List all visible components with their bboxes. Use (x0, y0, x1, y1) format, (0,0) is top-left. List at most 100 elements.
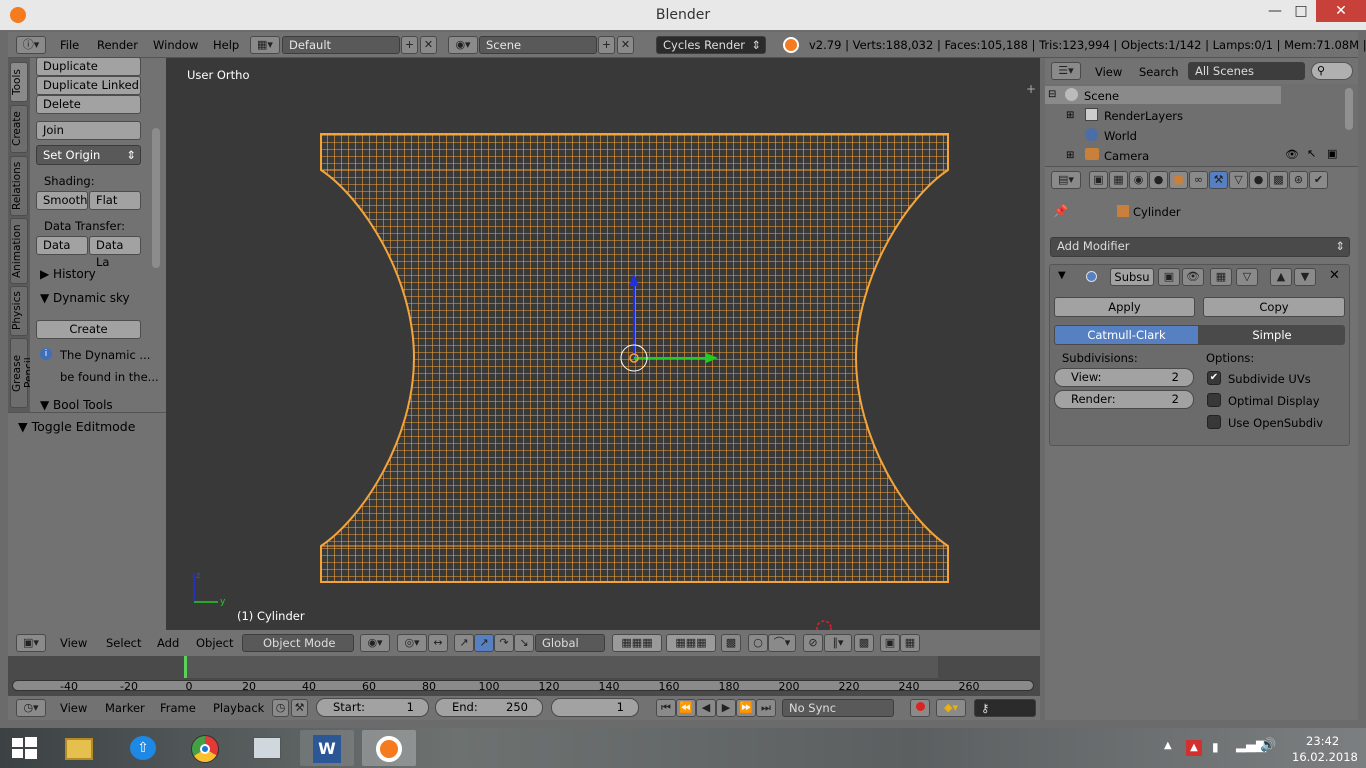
move-up-icon[interactable]: ▲ (1270, 268, 1292, 286)
tl-menu-marker[interactable]: Marker (105, 701, 145, 715)
expand-icon[interactable]: ⊞ (1066, 150, 1074, 161)
duplicate-button[interactable]: Duplicate (36, 57, 141, 76)
collapse-arrow-icon[interactable]: ▼ (1058, 270, 1066, 281)
editor-type-3dview-icon[interactable]: ▣▾ (16, 634, 46, 652)
jump-start-icon[interactable]: ⏮ (656, 699, 676, 717)
current-frame-indicator[interactable] (184, 656, 187, 678)
scene-tab-icon[interactable]: ◉ (1129, 171, 1148, 189)
orientation-dropdown[interactable]: Global (535, 634, 605, 652)
tool-shelf-scrollbar[interactable] (152, 128, 160, 268)
render-tab-icon[interactable]: ▣ (1089, 171, 1108, 189)
snap-icon[interactable]: ⊘ (803, 634, 823, 652)
power-icon[interactable]: ▮ (1212, 740, 1219, 754)
start-frame-field[interactable]: Start: 1 (316, 698, 429, 717)
render-opengl-icon[interactable]: ▣ (880, 634, 900, 652)
rotate-manipulator-icon[interactable]: ↷ (494, 634, 514, 652)
copy-button[interactable]: Copy (1203, 297, 1345, 317)
tl-menu-frame[interactable]: Frame (160, 701, 196, 715)
layer-buttons-1[interactable]: ▦▦▦ (612, 634, 662, 652)
data-layers-button[interactable]: Data La (89, 236, 141, 269)
dynamic-sky-panel-header[interactable]: ▼ Dynamic sky (40, 291, 130, 305)
toggle-editmode-header[interactable]: ▼ Toggle Editmode (18, 419, 135, 434)
selectability-icon[interactable]: ↖ (1307, 147, 1316, 160)
lock-layers-icon[interactable]: ▩ (721, 634, 741, 652)
keying-set-icon[interactable]: ◆▾ (936, 699, 966, 717)
bool-tools-panel-header[interactable]: ▼ Bool Tools (40, 398, 113, 412)
tab-tools[interactable]: Tools (10, 62, 28, 102)
layer-buttons-2[interactable]: ▦▦▦ (666, 634, 716, 652)
word-icon[interactable]: W (300, 730, 354, 766)
tab-animation[interactable]: Animation (10, 218, 28, 284)
pivot-icon[interactable]: ◎▾ (397, 634, 427, 652)
screen-layout-field[interactable]: Default (282, 36, 400, 54)
scale-manipulator-icon[interactable]: ↘ (514, 634, 534, 652)
move-down-icon[interactable]: ▼ (1294, 268, 1316, 286)
render-subdivisions-field[interactable]: Render: 2 (1054, 390, 1194, 409)
blender-taskbar-icon[interactable] (362, 730, 416, 766)
outliner-filter-dropdown[interactable]: All Scenes (1188, 62, 1305, 80)
tab-physics[interactable]: Physics (10, 286, 28, 336)
view-subdivisions-field[interactable]: View: 2 (1054, 368, 1194, 387)
apply-button[interactable]: Apply (1054, 297, 1195, 317)
add-modifier-dropdown[interactable]: Add Modifier ⇕ (1050, 237, 1350, 257)
scene-field[interactable]: Scene (479, 36, 597, 54)
constraints-tab-icon[interactable]: ∞ (1189, 171, 1208, 189)
modifier-editmode-toggle[interactable]: ▦ (1210, 268, 1232, 286)
outliner-scrollbar[interactable] (1345, 88, 1353, 130)
add-screen-icon[interactable]: + (401, 36, 418, 54)
file-explorer-icon[interactable] (52, 730, 106, 766)
jump-keyframe-back-icon[interactable]: ⏪ (676, 699, 696, 717)
keying-set-field[interactable]: ⚷ (974, 699, 1036, 717)
flat-button[interactable]: Flat (89, 191, 141, 210)
modifier-view-toggle[interactable]: 👁 (1182, 268, 1204, 286)
smooth-button[interactable]: Smooth (36, 191, 88, 210)
visibility-eye-icon[interactable]: 👁 (1285, 148, 1299, 161)
volume-icon[interactable]: 🔊 (1260, 738, 1276, 753)
render-animation-icon[interactable]: ▦ (900, 634, 920, 652)
maximize-button[interactable]: □ (1288, 0, 1314, 24)
data-transfer-button[interactable]: Data (36, 236, 88, 255)
modifiers-tab-icon[interactable]: ⚒ (1209, 171, 1228, 189)
outliner-search-input[interactable]: ⚲ (1311, 62, 1353, 80)
lock-range-icon[interactable]: ⚒ (291, 699, 308, 717)
physics-tab-icon[interactable]: ✔ (1309, 171, 1328, 189)
translate-manipulator-icon[interactable]: ↗ (454, 634, 474, 652)
tl-menu-playback[interactable]: Playback (213, 701, 264, 715)
outliner-menu-view[interactable]: View (1095, 65, 1122, 79)
system-monitor-icon[interactable] (240, 730, 294, 766)
use-opensubdiv-checkbox[interactable] (1207, 415, 1221, 429)
join-button[interactable]: Join (36, 121, 141, 140)
outliner-item-camera[interactable]: Camera (1104, 149, 1149, 163)
cylinder-mesh-wireframe[interactable]: z y (166, 58, 1040, 630)
add-scene-icon[interactable]: + (598, 36, 615, 54)
editor-type-timeline-icon[interactable]: ◷▾ (16, 699, 46, 717)
subdivide-uvs-checkbox[interactable]: ✔ (1207, 371, 1221, 385)
menu-render[interactable]: Render (97, 38, 138, 52)
vp-menu-view[interactable]: View (60, 636, 87, 650)
outliner-item-scene[interactable]: Scene (1084, 89, 1119, 103)
proportional-edit-icon[interactable]: ○ (748, 634, 768, 652)
3d-viewport[interactable]: User Ortho z y (1) Cylinder + (166, 58, 1040, 630)
tl-menu-view[interactable]: View (60, 701, 87, 715)
create-sky-button[interactable]: Create (36, 320, 141, 339)
minimize-button[interactable]: — (1260, 0, 1290, 24)
jump-end-icon[interactable]: ⏭ (756, 699, 776, 717)
tab-create[interactable]: Create (10, 105, 28, 153)
outliner-row-scene[interactable] (1045, 86, 1281, 104)
falloff-icon[interactable]: ⌒▾ (768, 634, 796, 652)
antivirus-icon[interactable]: ▲ (1186, 740, 1202, 756)
particles-tab-icon[interactable]: ⊛ (1289, 171, 1308, 189)
scene-icon[interactable]: ◉▾ (448, 36, 478, 54)
pin-icon[interactable]: 📌 (1053, 204, 1068, 218)
jump-keyframe-forward-icon[interactable]: ⏩ (736, 699, 756, 717)
mode-dropdown[interactable]: Object Mode (242, 634, 354, 652)
renderability-icon[interactable]: ▣ (1327, 147, 1337, 160)
sync-dropdown[interactable]: No Sync (782, 699, 894, 717)
end-frame-field[interactable]: End: 250 (435, 698, 543, 717)
world-tab-icon[interactable]: ● (1149, 171, 1168, 189)
collapse-icon[interactable]: ⊟ (1048, 89, 1056, 100)
current-frame-field[interactable]: 1 (551, 698, 639, 717)
object-tab-icon[interactable]: ■ (1169, 171, 1188, 189)
outliner-item-renderlayers[interactable]: RenderLayers (1104, 109, 1183, 123)
auto-keying-icon[interactable] (910, 699, 930, 717)
